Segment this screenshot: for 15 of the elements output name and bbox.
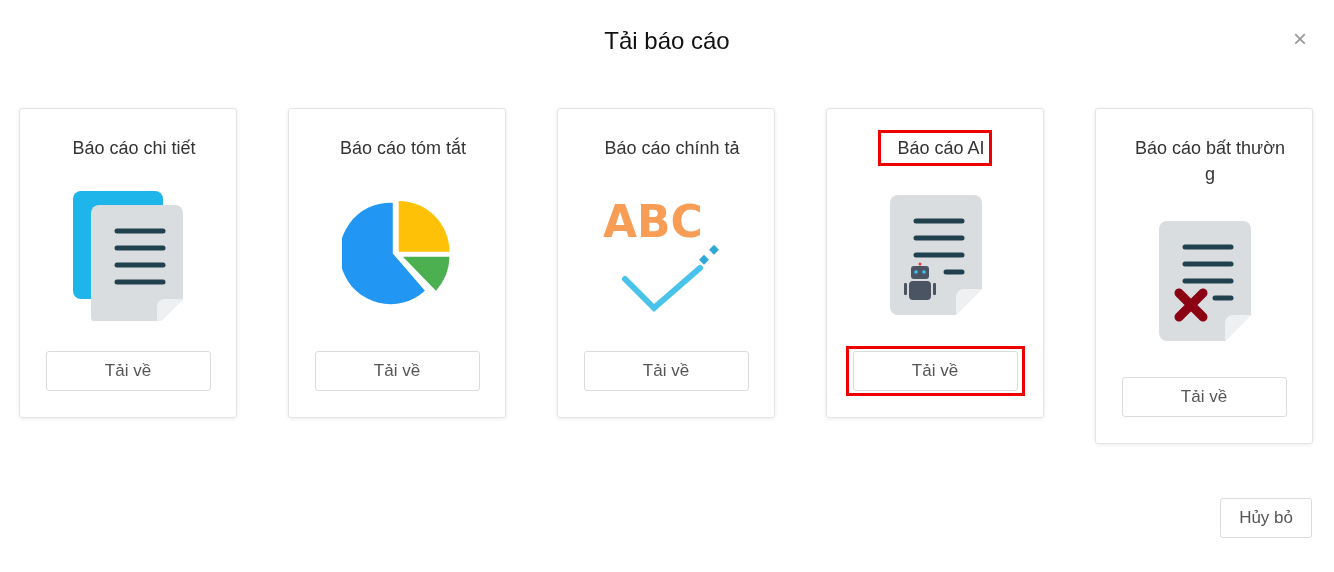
- download-button[interactable]: Tải về: [45, 351, 211, 391]
- card-title: Báo cáo bất thường: [1135, 137, 1285, 186]
- card-title: Báo cáo AI: [897, 137, 985, 160]
- download-button[interactable]: Tải về: [852, 351, 1018, 391]
- documents-icon: [73, 191, 183, 321]
- abc-label: ABC: [603, 196, 703, 247]
- cancel-button[interactable]: Hủy bỏ: [1220, 498, 1312, 538]
- download-button[interactable]: Tải về: [583, 351, 749, 391]
- dialog-title: Tải báo cáo: [604, 26, 730, 56]
- download-button[interactable]: Tải về: [1121, 377, 1287, 417]
- card-title: Báo cáo chi tiết: [72, 137, 196, 160]
- checkmark-icon: [622, 244, 719, 313]
- download-button[interactable]: Tải về: [314, 351, 480, 391]
- card-title: Báo cáo chính tả: [604, 137, 740, 160]
- card-title: Báo cáo tóm tắt: [339, 136, 467, 160]
